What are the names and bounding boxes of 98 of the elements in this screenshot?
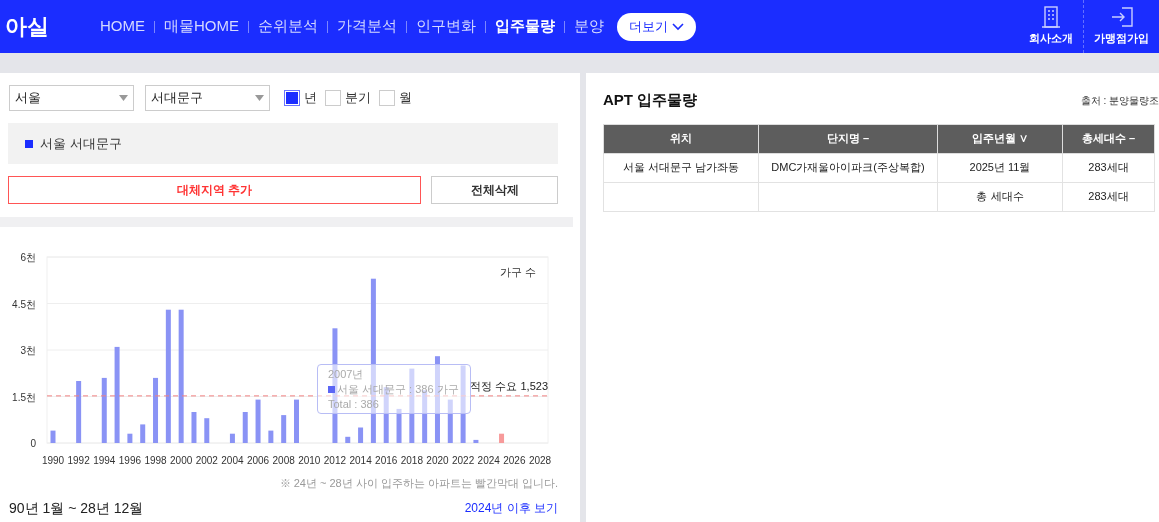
nav-link[interactable]: 인구변화 (416, 15, 476, 38)
table-cell: 283세대 (1062, 153, 1155, 182)
bar[interactable] (345, 436, 351, 443)
building-icon (1041, 6, 1061, 29)
demand-label: 적정 수요 1,523 (470, 379, 548, 392)
bar[interactable] (76, 381, 82, 443)
bar[interactable] (268, 430, 274, 443)
column-header[interactable]: 단지명 – (758, 124, 938, 153)
x-tick-label: 2022 (452, 455, 475, 466)
y-tick-label: 0 (30, 438, 36, 449)
x-tick-label: 2008 (272, 455, 295, 466)
column-header[interactable]: 총세대수 – (1062, 124, 1155, 153)
bar[interactable] (127, 433, 133, 443)
select-field[interactable]: 서대문구 (145, 85, 270, 111)
checkbox-label: 월 (399, 89, 412, 108)
nav-link[interactable]: HOME (100, 15, 145, 38)
checkbox-label: 분기 (345, 89, 371, 108)
source-note: 출처 : 분양물량조 (1080, 93, 1159, 108)
x-tick-label: 2006 (246, 455, 270, 466)
date-range: 90년 1월 ~ 28년 12월 (9, 498, 144, 518)
bar[interactable] (294, 399, 299, 443)
y-tick-label: 6천 (20, 252, 36, 263)
table-cell: 서울 서대문구 남가좌동 (603, 153, 759, 182)
bar[interactable] (50, 430, 56, 443)
sign-in-icon (1109, 6, 1134, 29)
dropdown-arrow-icon (119, 95, 128, 101)
x-tick-label: 1990 (41, 455, 65, 466)
tooltip-title: 2007년 (328, 367, 365, 382)
select-field[interactable]: 서울 (9, 85, 134, 111)
chevron-down-icon (672, 22, 684, 31)
nav-link[interactable]: 매물HOME (164, 15, 239, 38)
x-tick-label: 1996 (118, 455, 141, 466)
bar[interactable] (191, 412, 197, 443)
add-region-button[interactable]: 대체지역 추가 (8, 176, 421, 204)
bar[interactable] (165, 309, 171, 443)
nav-link[interactable]: 입주물량 (495, 15, 555, 38)
bar[interactable] (140, 424, 146, 443)
x-tick-label: 2012 (323, 455, 347, 466)
x-tick-label: 2020 (426, 455, 449, 466)
nav-action-button[interactable]: 회사소개 (1019, 0, 1083, 53)
x-tick-label: 2018 (400, 455, 423, 466)
x-tick-label: 2010 (298, 455, 321, 466)
bar[interactable] (114, 346, 120, 443)
logo[interactable]: 아실 (0, 10, 100, 43)
bar[interactable] (396, 408, 402, 443)
nav-link[interactable]: 분양 (574, 15, 604, 38)
bar[interactable] (204, 418, 210, 443)
column-header[interactable]: 입주년월 ∨ (937, 124, 1063, 153)
table-cell: 2025년 11월 (937, 153, 1063, 182)
more-button[interactable]: 더보기 (617, 12, 696, 41)
table-cell: 283세대 (1062, 182, 1155, 211)
x-tick-label: 1992 (67, 455, 90, 466)
y-axis-title: 가구 수 (499, 266, 536, 278)
x-tick-label: 2026 (503, 455, 526, 466)
bar[interactable] (255, 399, 261, 443)
region-label[interactable]: 서울 서대문구 (40, 133, 122, 154)
tooltip-total: Total : 386 (328, 397, 380, 412)
nav-action-button[interactable]: 가맹점가입 (1083, 0, 1159, 53)
y-tick-label: 3천 (20, 345, 36, 356)
x-tick-label: 2016 (375, 455, 398, 466)
x-tick-label: 2002 (195, 455, 218, 466)
section-title: APT 입주물량 (603, 90, 698, 110)
nav-link[interactable]: 순위분석 (258, 15, 318, 38)
x-tick-label: 1998 (144, 455, 167, 466)
y-tick-label: 4.5천 (12, 298, 36, 310)
bar[interactable] (242, 412, 248, 443)
bar[interactable] (434, 356, 440, 443)
clear-all-button[interactable]: 전체삭제 (431, 176, 558, 204)
nav-link[interactable]: 가격분석 (337, 15, 397, 38)
bar[interactable] (447, 399, 453, 443)
x-tick-label: 2004 (221, 455, 244, 466)
bar[interactable] (153, 377, 159, 443)
bar[interactable] (499, 433, 505, 443)
table-cell: DMC가재울아이파크(주상복합) (758, 153, 938, 182)
x-tick-label: 1994 (93, 455, 116, 466)
bar[interactable] (229, 433, 235, 443)
y-tick-label: 1.5천 (12, 391, 36, 403)
bar[interactable] (473, 439, 479, 443)
chart-note: ※ 24년 ~ 28년 사이 입주하는 아파트는 빨간막대 입니다. (279, 476, 558, 491)
table-cell: 총 세대수 (937, 182, 1063, 211)
dropdown-arrow-icon (255, 95, 264, 101)
checkbox[interactable] (325, 90, 341, 106)
after-2024-link[interactable]: 2024년 이후 보기 (464, 499, 558, 517)
x-tick-label: 2028 (528, 455, 552, 466)
bar[interactable] (460, 365, 466, 443)
column-header[interactable]: 위치 (603, 124, 759, 153)
bar[interactable] (358, 427, 364, 443)
bar[interactable] (409, 368, 415, 443)
x-tick-label: 2024 (477, 455, 500, 466)
bar[interactable] (101, 377, 107, 443)
bar[interactable] (281, 415, 287, 443)
checkbox[interactable] (284, 90, 300, 106)
x-tick-label: 2014 (349, 455, 372, 466)
checkbox-label: 년 (304, 89, 317, 108)
checkbox[interactable] (379, 90, 395, 106)
bar[interactable] (178, 309, 184, 443)
tooltip-value: 서울 서대문구 : 386 가구 (337, 382, 459, 397)
x-tick-label: 2000 (170, 455, 193, 466)
